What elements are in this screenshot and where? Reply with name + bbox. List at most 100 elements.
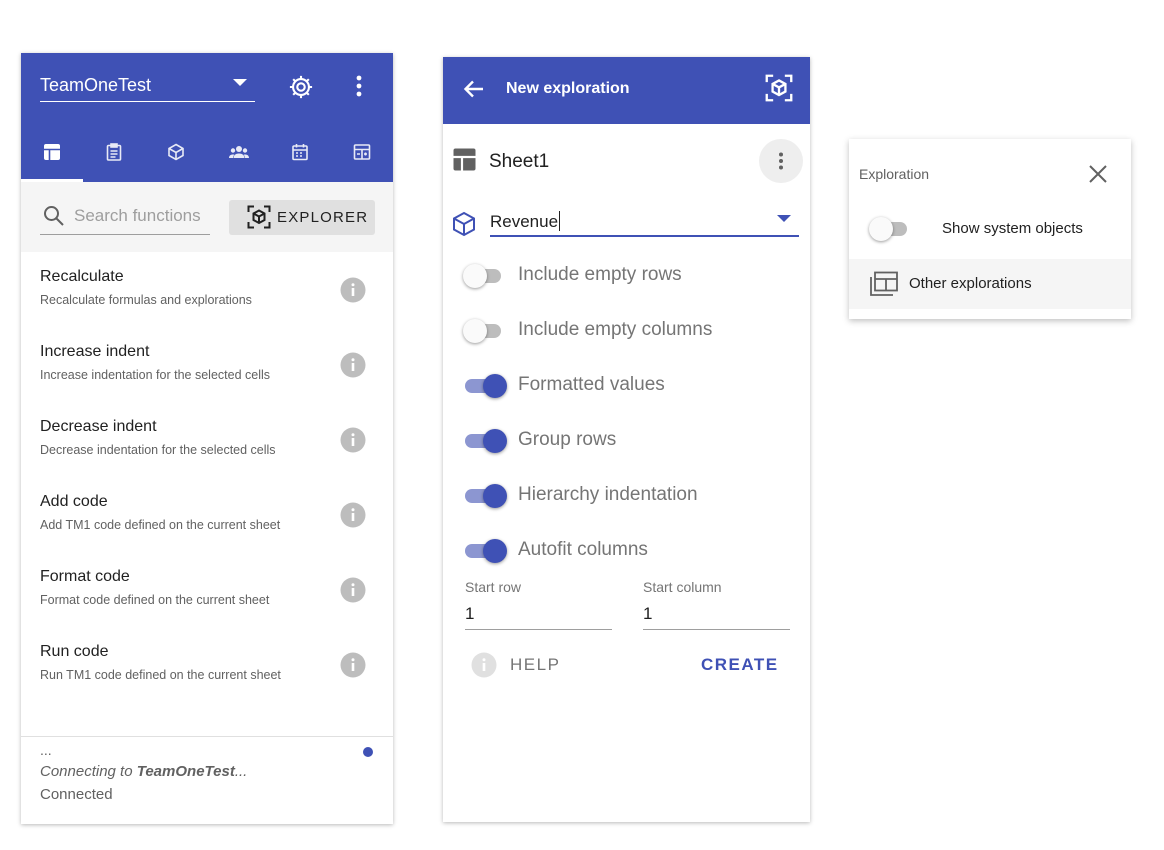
function-title: Recalculate	[40, 268, 124, 285]
explorer-cube-icon	[247, 205, 271, 229]
option-include-empty-columns: Include empty columns	[443, 311, 810, 351]
tab-cubes[interactable]	[145, 131, 207, 182]
explorations-grid-icon	[869, 271, 899, 297]
sheet-menu-button[interactable]	[759, 139, 803, 183]
explorer-button[interactable]: EXPLORER	[229, 200, 375, 235]
explorer-label: EXPLORER	[277, 209, 369, 226]
option-formatted-values: Formatted values	[443, 366, 810, 406]
start-column-label: Start column	[643, 579, 722, 595]
include-empty-columns-toggle[interactable]	[463, 319, 503, 343]
close-icon[interactable]	[1087, 163, 1109, 185]
search-input[interactable]	[74, 206, 210, 226]
users-group-icon	[229, 143, 249, 161]
function-title: Run code	[40, 643, 109, 660]
connecting-target: TeamOneTest	[136, 763, 235, 780]
option-label: Hierarchy indentation	[518, 484, 698, 505]
explorer-cube-icon[interactable]	[765, 74, 793, 102]
function-title: Increase indent	[40, 343, 150, 360]
settings-refresh-icon[interactable]	[287, 73, 315, 101]
start-column-input[interactable]: 1	[643, 604, 652, 624]
hierarchy-indentation-toggle[interactable]	[463, 484, 507, 508]
info-icon[interactable]	[340, 577, 366, 603]
functions-header: TeamOneTest	[21, 53, 393, 182]
calendar-icon	[291, 143, 309, 161]
function-item-run-code[interactable]: Run code Run TM1 code defined on the cur…	[21, 627, 393, 702]
more-vertical-icon[interactable]	[354, 73, 364, 99]
help-button[interactable]: HELP	[510, 655, 560, 675]
function-item-decrease-indent[interactable]: Decrease indent Decrease indentation for…	[21, 402, 393, 477]
option-include-empty-rows: Include empty rows	[443, 256, 810, 296]
text-caret	[559, 211, 561, 231]
tab-calendar[interactable]	[269, 131, 331, 182]
menu-title: Exploration	[859, 166, 930, 182]
start-row-label: Start row	[465, 579, 522, 595]
exploration-header: New exploration	[443, 57, 810, 124]
new-exploration-panel: New exploration Sheet1 Revenue Include e…	[443, 57, 810, 822]
option-label: Formatted values	[518, 374, 665, 395]
tab-users[interactable]	[207, 131, 269, 182]
back-arrow-icon[interactable]	[462, 77, 486, 101]
autofit-columns-toggle[interactable]	[463, 539, 507, 563]
function-description: Increase indentation for the selected ce…	[40, 368, 270, 382]
functions-panel: TeamOneTest Search functions EXPLORER Re…	[21, 53, 393, 824]
function-item-add-code[interactable]: Add code Add TM1 code defined on the cur…	[21, 477, 393, 552]
connected-status: Connected	[40, 786, 113, 803]
group-rows-toggle[interactable]	[463, 429, 507, 453]
status-indicator-dot	[363, 747, 373, 757]
show-system-objects-toggle[interactable]	[869, 217, 909, 241]
option-label: Include empty columns	[518, 319, 713, 340]
function-description: Format code defined on the current sheet	[40, 593, 270, 607]
workspace-select[interactable]: TeamOneTest	[40, 71, 255, 102]
cube-select-value: Revenue	[490, 211, 561, 231]
function-title: Format code	[40, 568, 130, 585]
tab-functions[interactable]	[21, 131, 83, 182]
workspace-name: TeamOneTest	[40, 75, 152, 95]
start-row-input[interactable]: 1	[465, 604, 474, 624]
option-label: Include empty rows	[518, 264, 682, 285]
function-description: Add TM1 code defined on the current shee…	[40, 518, 281, 532]
function-title: Decrease indent	[40, 418, 157, 435]
function-item-format-code[interactable]: Format code Format code defined on the c…	[21, 552, 393, 627]
option-label: Autofit columns	[518, 539, 648, 560]
other-explorations-label: Other explorations	[909, 275, 1032, 292]
show-system-objects-label: Show system objects	[942, 220, 1083, 237]
connection-status: ... Connecting to TeamOneTest... Connect…	[21, 736, 393, 825]
table-icon	[43, 143, 61, 161]
function-description: Decrease indentation for the selected ce…	[40, 443, 276, 457]
functions-tabs	[21, 131, 393, 182]
connecting-message: Connecting to TeamOneTest...	[40, 763, 248, 780]
tab-reports[interactable]	[83, 131, 145, 182]
function-description: Run TM1 code defined on the current shee…	[40, 668, 281, 682]
sheet-icon	[453, 148, 476, 171]
include-empty-rows-toggle[interactable]	[463, 264, 503, 288]
option-group-rows: Group rows	[443, 421, 810, 461]
cube-icon	[167, 143, 185, 161]
cube-select[interactable]: Revenue	[490, 207, 799, 237]
help-info-icon[interactable]	[471, 652, 497, 678]
search-field	[40, 202, 210, 235]
spreadsheet-icon	[353, 143, 371, 161]
formatted-values-toggle[interactable]	[463, 374, 507, 398]
function-item-increase-indent[interactable]: Increase indent Increase indentation for…	[21, 327, 393, 402]
exploration-menu: Exploration Show system objects Other ex…	[849, 139, 1131, 319]
option-label: Group rows	[518, 429, 617, 450]
create-button[interactable]: CREATE	[701, 655, 779, 675]
clipboard-icon	[105, 143, 123, 161]
info-icon[interactable]	[340, 352, 366, 378]
function-description: Recalculate formulas and explorations	[40, 293, 252, 307]
start-row-field[interactable]: Start row 1	[465, 579, 612, 630]
info-icon[interactable]	[340, 427, 366, 453]
other-explorations-item[interactable]: Other explorations	[849, 259, 1131, 309]
info-icon[interactable]	[340, 277, 366, 303]
search-bar: EXPLORER	[21, 182, 393, 252]
start-column-field[interactable]: Start column 1	[643, 579, 790, 630]
search-icon	[43, 205, 65, 227]
tab-sheets[interactable]	[331, 131, 393, 182]
sheet-name: Sheet1	[489, 151, 550, 172]
dropdown-arrow-icon	[777, 215, 791, 223]
info-icon[interactable]	[340, 652, 366, 678]
function-item-recalculate[interactable]: Recalculate Recalculate formulas and exp…	[21, 252, 393, 327]
page-title: New exploration	[506, 80, 630, 97]
option-autofit-columns: Autofit columns	[443, 531, 810, 571]
info-icon[interactable]	[340, 502, 366, 528]
